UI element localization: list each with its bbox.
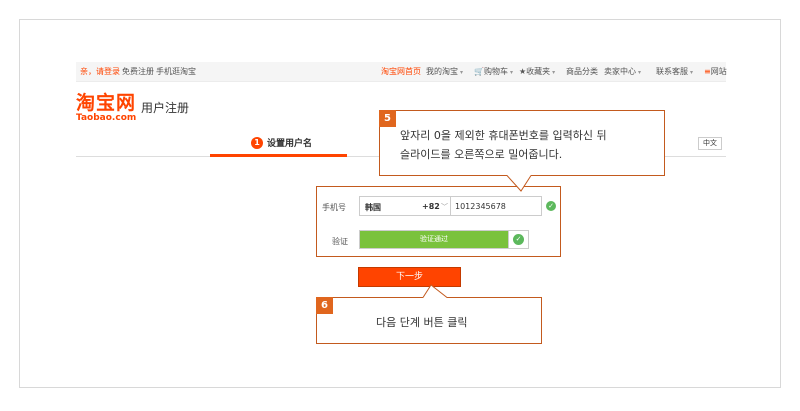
slider-handle[interactable]: ✓ <box>508 231 528 248</box>
phone-label: 手机号 <box>322 203 346 212</box>
chevron-down-icon: ﹀ <box>441 203 448 211</box>
country-code: +82 <box>422 202 440 211</box>
my-taobao-label: 我的淘宝 <box>426 67 458 76</box>
active-step-indicator <box>210 154 347 157</box>
menu-icon: ≡ <box>704 67 711 76</box>
cart-menu[interactable]: 🛒购物车 ▾ <box>474 67 513 78</box>
taobao-logo[interactable]: 淘宝网 Taobao.com <box>76 93 136 123</box>
categories-link[interactable]: 商品分类 <box>566 67 598 77</box>
seller-label: 卖家中心 <box>604 67 636 76</box>
chevron-down-icon: ▾ <box>460 69 464 76</box>
slider-progress: 验证通过 <box>360 231 508 248</box>
callout-pointer <box>506 175 532 192</box>
check-icon: ✓ <box>513 234 524 245</box>
chevron-down-icon: ▾ <box>638 69 642 76</box>
verify-label: 验证 <box>332 237 348 246</box>
callout-step-5: 5 앞자리 0을 제외한 휴대폰번호를 입력하신 뒤 슬라이드를 오른쪽으로 밀… <box>379 110 665 176</box>
seller-center-menu[interactable]: 卖家中心 ▾ <box>604 67 641 78</box>
chevron-down-icon: ▾ <box>509 69 513 76</box>
cart-icon: 🛒 <box>474 67 484 76</box>
mobile-taobao-link[interactable]: 手机逛淘宝 <box>156 67 196 77</box>
callout-text: 앞자리 0을 제외한 휴대폰번호를 입력하신 뒤 슬라이드를 오른쪽으로 밀어줍… <box>400 126 607 164</box>
login-link[interactable]: 亲，请登录 <box>80 67 120 77</box>
step-label: 设置用户名 <box>267 139 313 149</box>
country-name: 韩国 <box>365 203 381 212</box>
step-number: 1 <box>251 136 263 149</box>
callout-pointer <box>422 284 448 298</box>
chevron-down-icon: ▾ <box>690 69 694 76</box>
register-link[interactable]: 免费注册 <box>122 67 154 77</box>
callout-text: 다음 단계 버튼 클릭 <box>376 316 468 329</box>
check-icon: ✓ <box>546 201 556 211</box>
chevron-down-icon: ▾ <box>552 69 556 76</box>
verify-slider[interactable]: 验证通过 ✓ <box>359 230 529 249</box>
my-taobao-menu[interactable]: 我的淘宝 ▾ <box>426 67 463 78</box>
favorites-label: 收藏夹 <box>526 67 551 76</box>
service-label: 联系客服 <box>656 67 688 76</box>
step-set-username: 1 设置用户名 <box>251 136 312 149</box>
callout-line-2: 슬라이드를 오른쪽으로 밀어줍니다. <box>400 148 563 161</box>
language-selector[interactable]: 中文 <box>698 137 722 150</box>
taobao-home-link[interactable]: 淘宝网首页 <box>381 67 421 77</box>
callout-line-1: 앞자리 0을 제외한 휴대폰번호를 입력하신 뒤 <box>400 129 607 142</box>
contact-service-menu[interactable]: 联系客服 ▾ <box>656 67 693 78</box>
callout-number: 5 <box>379 110 396 127</box>
sitemap-label: 网站 <box>710 67 727 76</box>
logo-text-cn: 淘宝网 <box>76 92 137 114</box>
callout-step-6: 6 다음 단계 버튼 클릭 <box>316 297 542 344</box>
favorites-menu[interactable]: ★收藏夹 ▾ <box>519 67 555 78</box>
callout-number: 6 <box>316 297 333 314</box>
top-nav-bar: 亲，请登录 免费注册 手机逛淘宝 淘宝网首页 我的淘宝 ▾ 🛒购物车 ▾ ★收藏夹 ▾… <box>76 62 727 82</box>
cart-label: 购物车 <box>483 67 508 76</box>
logo-text-en: Taobao.com <box>76 113 137 123</box>
country-select[interactable]: 韩国 +82 ﹀ <box>359 196 451 216</box>
page-title: 用户注册 <box>141 101 190 115</box>
sitemap-menu[interactable]: ≡网站 <box>704 67 727 77</box>
phone-input[interactable]: 1012345678 <box>451 196 542 216</box>
